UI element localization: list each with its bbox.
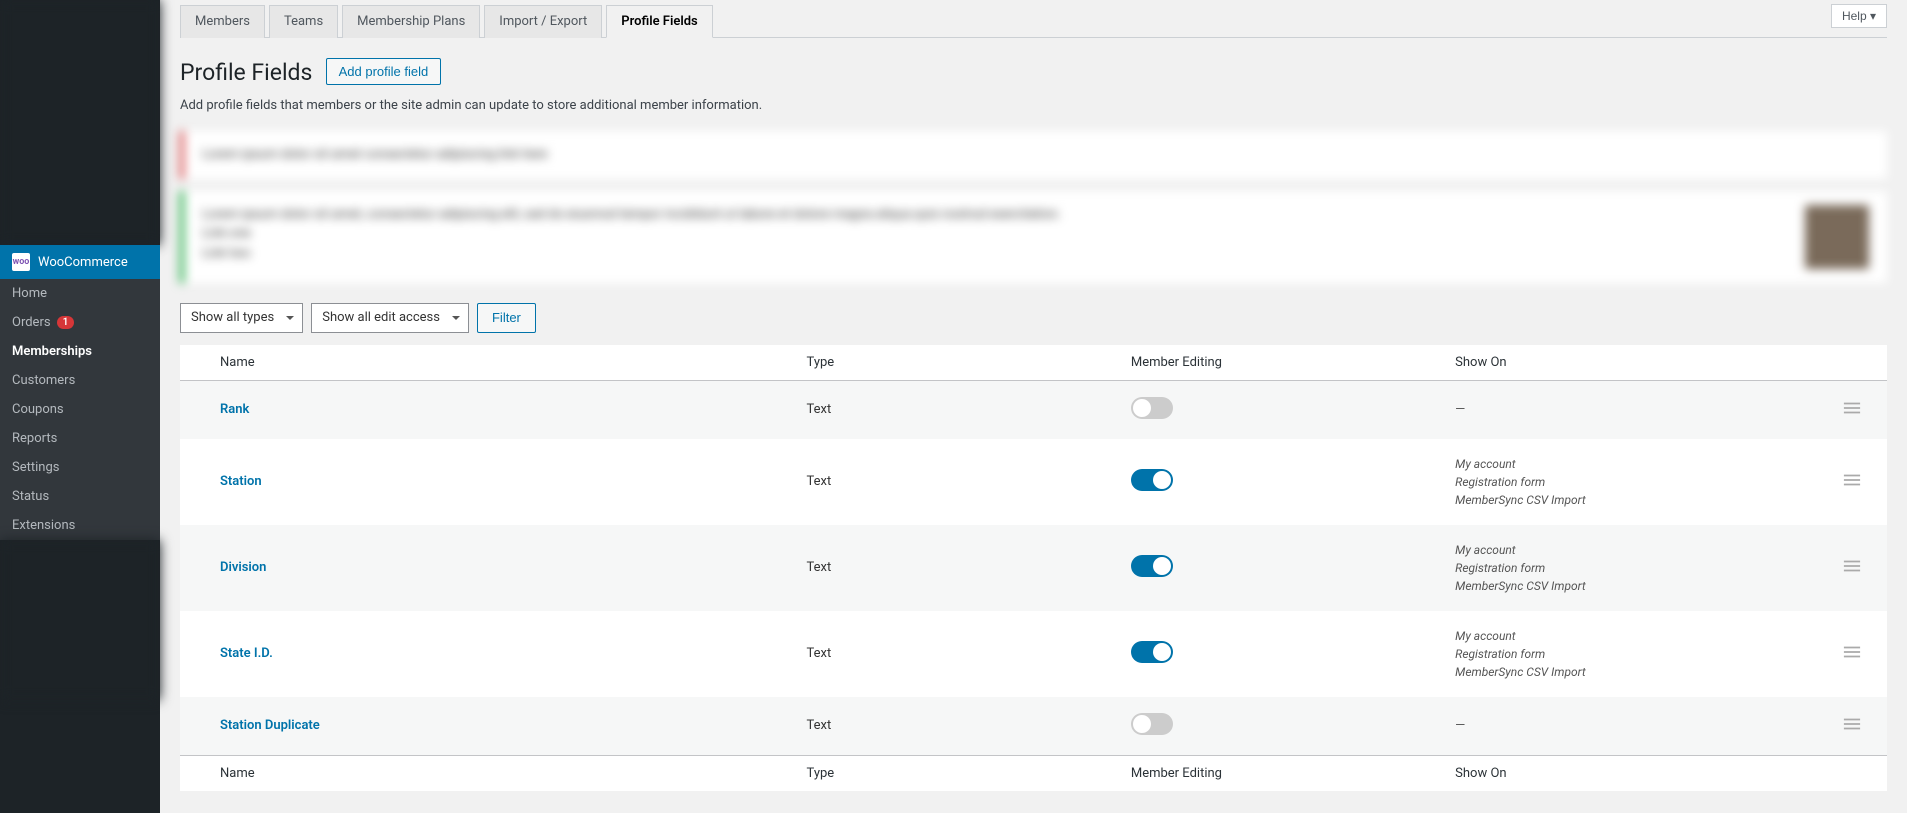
- field-type-cell: Text: [795, 611, 1119, 697]
- field-type-cell: Text: [795, 380, 1119, 439]
- tab-import-export[interactable]: Import / Export: [484, 5, 602, 38]
- sidebar-subitem-customers[interactable]: Customers: [0, 366, 160, 395]
- sidebar-subitem-label: Coupons: [12, 402, 64, 417]
- sidebar-subitem-label: Reports: [12, 431, 57, 446]
- sidebar-subitem-label: Memberships: [12, 344, 92, 359]
- sidebar-subitem-coupons[interactable]: Coupons: [0, 395, 160, 424]
- field-type-cell: Text: [795, 697, 1119, 756]
- drag-handle-icon[interactable]: [1843, 562, 1861, 577]
- filter-controls: Show all types Show all edit access Filt…: [180, 303, 1887, 333]
- drag-handle-icon[interactable]: [1843, 476, 1861, 491]
- sidebar-subitem-home[interactable]: Home: [0, 279, 160, 308]
- sidebar-subitem-label: Home: [12, 286, 47, 301]
- column-header-type[interactable]: Type: [795, 345, 1119, 381]
- filter-button[interactable]: Filter: [477, 303, 536, 333]
- field-name-link[interactable]: State I.D.: [220, 646, 273, 661]
- woocommerce-submenu: Home Orders 1 Memberships Customers Coupons Re…: [0, 279, 160, 540]
- notice-error-blurred: Lorem ipsum dolor sit amet consectetur a…: [180, 131, 1887, 179]
- page-description: Add profile fields that members or the s…: [180, 98, 1887, 113]
- table-row: Rank Text —: [180, 380, 1887, 439]
- sidebar-subitem-extensions[interactable]: Extensions: [0, 511, 160, 540]
- sidebar-subitem-label: Settings: [12, 460, 59, 475]
- admin-notices: Lorem ipsum dolor sit amet consectetur a…: [180, 131, 1887, 283]
- filter-access-select[interactable]: Show all edit access: [311, 303, 469, 333]
- woocommerce-icon: woo: [12, 253, 30, 271]
- member-editing-toggle[interactable]: [1131, 397, 1173, 419]
- column-footer-editing: Member Editing: [1119, 755, 1443, 791]
- profile-fields-table: Name Type Member Editing Show On Rank Tex…: [180, 345, 1887, 791]
- column-footer-show: Show On: [1443, 755, 1784, 791]
- field-name-link[interactable]: Station Duplicate: [220, 718, 320, 733]
- admin-sidebar: woo WooCommerce Home Orders 1 Memberships Cu…: [0, 0, 160, 813]
- tab-membership-plans[interactable]: Membership Plans: [342, 5, 480, 38]
- table-row: Station Duplicate Text —: [180, 697, 1887, 756]
- drag-handle-icon[interactable]: [1843, 720, 1861, 735]
- sidebar-top-blurred: [0, 0, 160, 245]
- orders-count-badge: 1: [57, 316, 75, 329]
- field-name-link[interactable]: Division: [220, 560, 266, 575]
- column-footer-handle: [1785, 755, 1887, 791]
- field-name-link[interactable]: Rank: [220, 402, 249, 417]
- sidebar-subitem-orders[interactable]: Orders 1: [0, 308, 160, 337]
- page-title: Profile Fields: [180, 59, 312, 86]
- sidebar-subitem-label: Orders: [12, 315, 51, 330]
- sidebar-item-label: WooCommerce: [38, 255, 128, 270]
- column-header-name[interactable]: Name: [180, 345, 795, 381]
- sidebar-subitem-label: Status: [12, 489, 49, 504]
- notice-success-blurred: Lorem ipsum dolor sit amet, consectetur …: [180, 191, 1887, 283]
- show-on-cell: —: [1443, 697, 1784, 756]
- drag-handle-icon[interactable]: [1843, 648, 1861, 663]
- sidebar-subitem-label: Extensions: [12, 518, 75, 533]
- show-on-cell: My accountRegistration formMemberSync CS…: [1443, 525, 1784, 611]
- show-on-cell: —: [1443, 380, 1784, 439]
- show-on-cell: My accountRegistration formMemberSync CS…: [1443, 439, 1784, 525]
- help-dropdown[interactable]: Help ▾: [1831, 4, 1887, 28]
- column-header-handle: [1785, 345, 1887, 381]
- field-type-cell: Text: [795, 525, 1119, 611]
- column-header-show[interactable]: Show On: [1443, 345, 1784, 381]
- drag-handle-icon[interactable]: [1843, 404, 1861, 419]
- field-name-link[interactable]: Station: [220, 474, 262, 489]
- sidebar-bottom-blurred: [0, 540, 160, 700]
- member-editing-toggle[interactable]: [1131, 641, 1173, 663]
- column-header-editing[interactable]: Member Editing: [1119, 345, 1443, 381]
- table-row: Station Text My accountRegistration formMe…: [180, 439, 1887, 525]
- tab-profile-fields[interactable]: Profile Fields: [606, 5, 712, 38]
- tab-members[interactable]: Members: [180, 5, 265, 38]
- tab-teams[interactable]: Teams: [269, 5, 338, 38]
- table-row: State I.D. Text My accountRegistration for…: [180, 611, 1887, 697]
- filter-type-select[interactable]: Show all types: [180, 303, 303, 333]
- member-editing-toggle[interactable]: [1131, 469, 1173, 491]
- main-content: Help ▾ MembersTeamsMembership PlansImpor…: [160, 0, 1907, 813]
- column-footer-type: Type: [795, 755, 1119, 791]
- field-type-cell: Text: [795, 439, 1119, 525]
- sidebar-item-woocommerce[interactable]: woo WooCommerce: [0, 245, 160, 279]
- sidebar-subitem-reports[interactable]: Reports: [0, 424, 160, 453]
- table-row: Division Text My accountRegistration formM…: [180, 525, 1887, 611]
- sidebar-subitem-settings[interactable]: Settings: [0, 453, 160, 482]
- member-editing-toggle[interactable]: [1131, 713, 1173, 735]
- sidebar-subitem-memberships[interactable]: Memberships: [0, 337, 160, 366]
- member-editing-toggle[interactable]: [1131, 555, 1173, 577]
- show-on-cell: My accountRegistration formMemberSync CS…: [1443, 611, 1784, 697]
- tab-bar: MembersTeamsMembership PlansImport / Exp…: [180, 4, 1887, 38]
- column-footer-name: Name: [180, 755, 795, 791]
- sidebar-subitem-label: Customers: [12, 373, 75, 388]
- sidebar-subitem-status[interactable]: Status: [0, 482, 160, 511]
- add-profile-field-button[interactable]: Add profile field: [326, 58, 442, 85]
